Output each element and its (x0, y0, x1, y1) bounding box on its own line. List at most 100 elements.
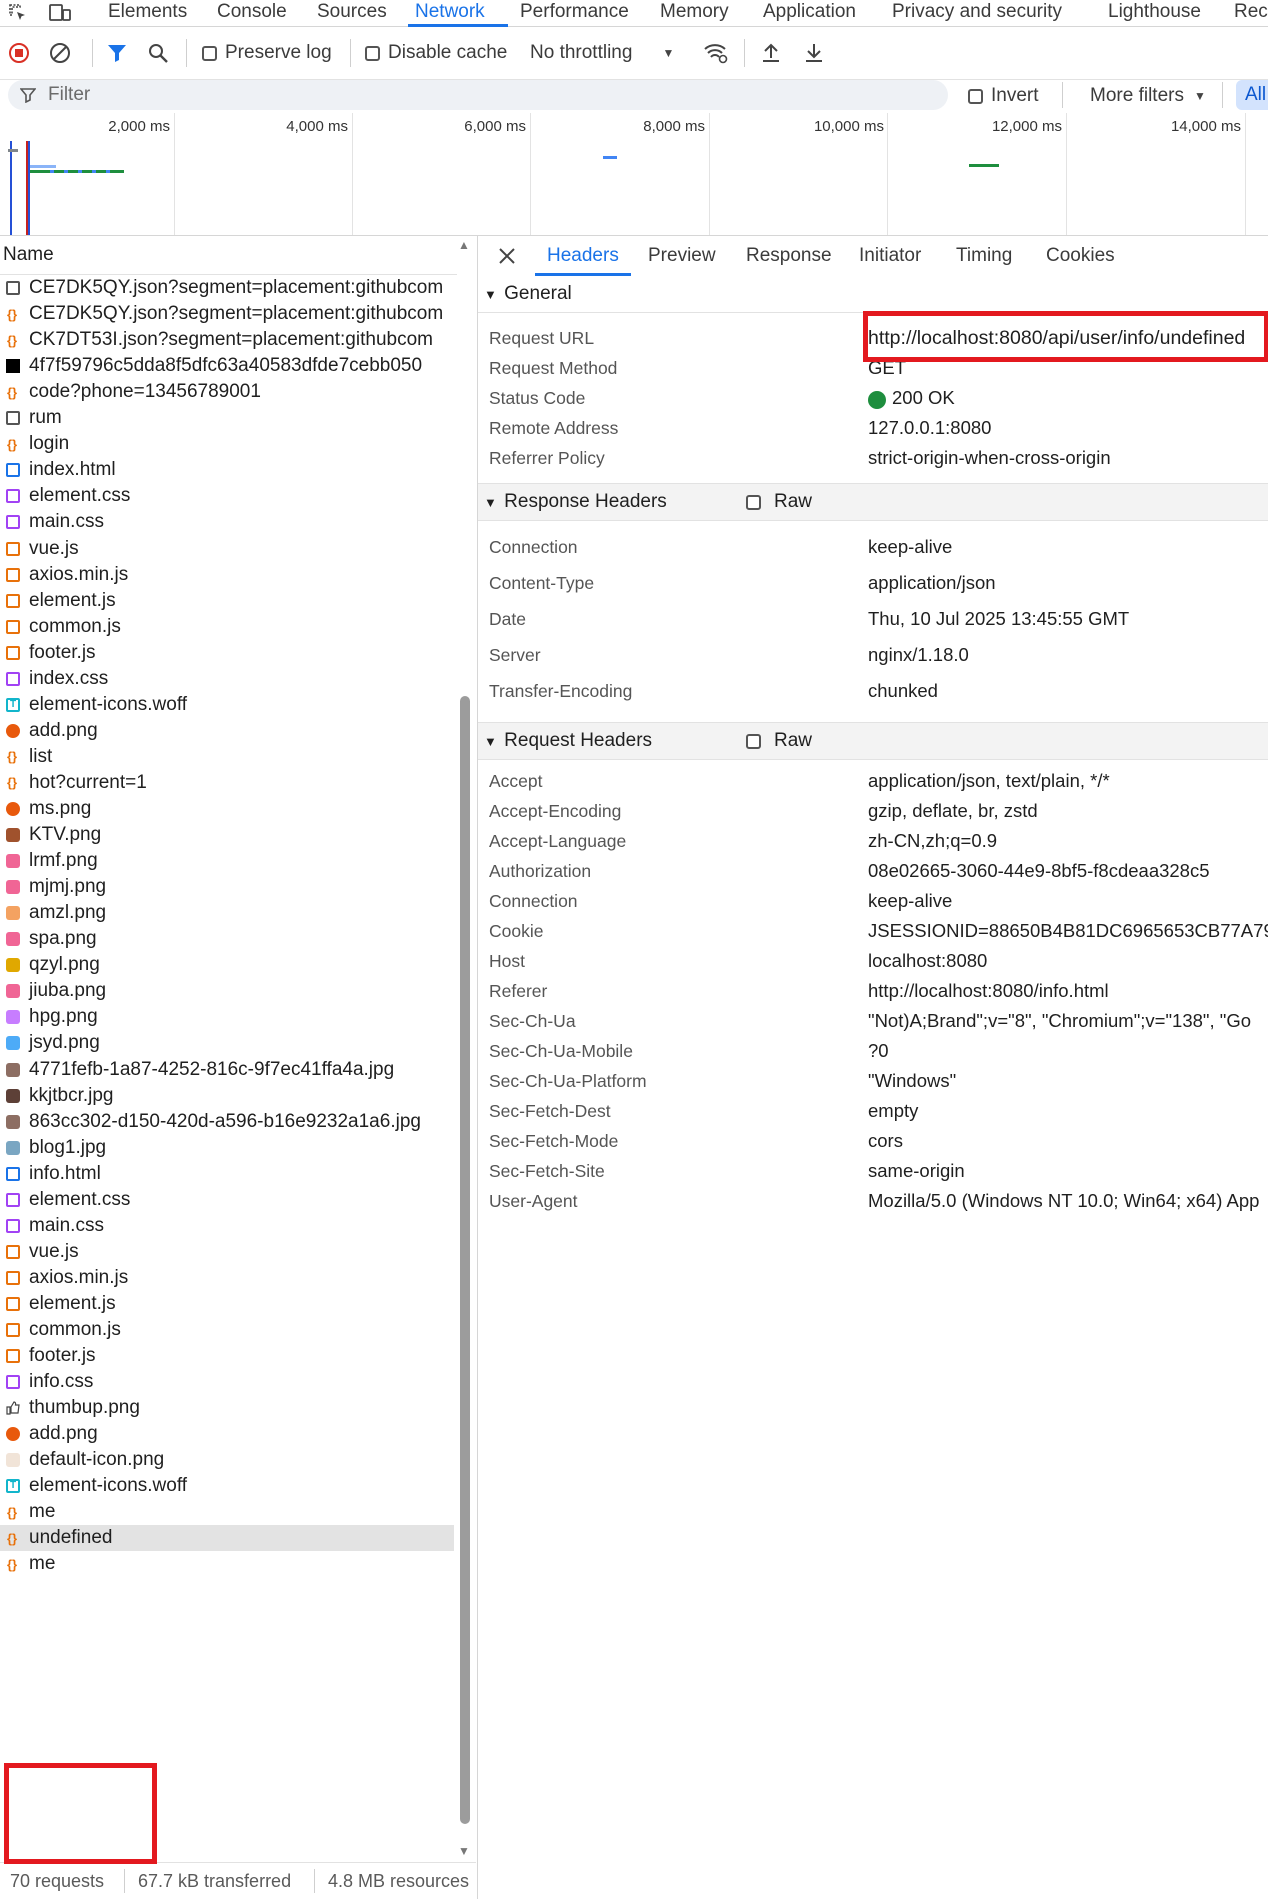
scroll-down-arrow-icon[interactable]: ▼ (458, 1844, 470, 1858)
request-name: me (29, 1501, 56, 1523)
tab-sources[interactable]: Sources (317, 0, 387, 26)
network-overview-timeline[interactable]: 2,000 ms 4,000 ms 6,000 ms 8,000 ms 10,0… (0, 113, 1268, 236)
request-row[interactable]: footer.js (0, 640, 454, 666)
request-row[interactable]: info.html (0, 1161, 454, 1187)
download-icon[interactable] (803, 41, 825, 65)
request-row[interactable]: 863cc302-d150-420d-a596-b16e9232a1a6.jpg (0, 1109, 454, 1135)
record-stop-icon[interactable] (8, 42, 30, 64)
request-raw-checkbox[interactable] (746, 734, 761, 749)
request-row[interactable]: Telement-icons.woff (0, 1473, 454, 1499)
tab-network[interactable]: Network (415, 0, 485, 26)
request-row[interactable]: 4f7f59796c5dda8f5dfc63a40583dfde7cebb050 (0, 353, 454, 379)
filter-input[interactable]: Filter (8, 80, 948, 110)
request-row[interactable]: default-icon.png (0, 1447, 454, 1473)
request-row[interactable]: jiuba.png (0, 978, 454, 1004)
tab-privacy-security[interactable]: Privacy and security (892, 0, 1062, 26)
request-row[interactable]: element.js (0, 588, 454, 614)
tab-memory[interactable]: Memory (660, 0, 729, 26)
type-filter-all[interactable]: All (1236, 80, 1268, 110)
preserve-log-checkbox[interactable]: Preserve log (202, 27, 332, 79)
request-row[interactable]: common.js (0, 614, 454, 640)
request-row[interactable]: amzl.png (0, 900, 454, 926)
tab-console[interactable]: Console (217, 0, 287, 26)
tab-elements[interactable]: Elements (108, 0, 187, 26)
request-row[interactable]: mjmj.png (0, 874, 454, 900)
request-row[interactable]: Telement-icons.woff (0, 692, 454, 718)
request-row[interactable]: {} hot?current=1 (0, 770, 454, 796)
throttling-select[interactable]: No throttling ▼ (530, 27, 674, 79)
response-headers-section-header[interactable]: ▼ Response Headers Raw (478, 483, 1268, 521)
request-row[interactable]: info.css (0, 1369, 454, 1395)
request-row[interactable]: kkjtbcr.jpg (0, 1083, 454, 1109)
stylesheet-icon (6, 489, 20, 504)
request-row[interactable]: spa.png (0, 926, 454, 952)
request-row[interactable]: element.css (0, 483, 454, 509)
request-row[interactable]: thumbup.png (0, 1395, 454, 1421)
request-row[interactable]: blog1.jpg (0, 1135, 454, 1161)
general-section-header[interactable]: ▼ General (478, 276, 1268, 313)
tab-timing[interactable]: Timing (956, 236, 1012, 276)
request-row[interactable]: {} me (0, 1499, 454, 1525)
devtools-tab-bar: Elements Console Sources Network Perform… (0, 0, 1268, 27)
close-icon[interactable] (497, 246, 517, 266)
request-row[interactable]: hpg.png (0, 1004, 454, 1030)
tab-initiator[interactable]: Initiator (859, 236, 921, 276)
request-row[interactable]: axios.min.js (0, 562, 454, 588)
tab-lighthouse[interactable]: Lighthouse (1108, 0, 1201, 26)
request-row[interactable]: {} login (0, 431, 454, 457)
tab-performance[interactable]: Performance (520, 0, 629, 26)
request-headers-section-header[interactable]: ▼ Request Headers Raw (478, 722, 1268, 760)
device-toolbar-icon[interactable] (48, 3, 72, 23)
name-column-header[interactable]: Name (0, 236, 457, 275)
scrollbar-thumb[interactable] (460, 696, 470, 1824)
tab-headers[interactable]: Headers (547, 236, 619, 276)
inspect-element-icon[interactable] (8, 3, 28, 23)
request-row[interactable]: main.css (0, 509, 454, 535)
disable-cache-checkbox[interactable]: Disable cache (365, 27, 507, 79)
request-row[interactable]: ms.png (0, 796, 454, 822)
tab-response[interactable]: Response (746, 236, 832, 276)
clear-icon[interactable] (49, 42, 71, 64)
preserve-log-box[interactable] (202, 45, 217, 61)
request-row[interactable]: qzyl.png (0, 952, 454, 978)
request-row[interactable]: {} list (0, 744, 454, 770)
filter-funnel-icon[interactable] (106, 42, 128, 64)
request-row[interactable]: index.html (0, 457, 454, 483)
request-row[interactable]: axios.min.js (0, 1265, 454, 1291)
search-icon[interactable] (147, 42, 169, 64)
tab-recorder[interactable]: Rec (1234, 0, 1268, 26)
request-row[interactable]: CE7DK5QY.json?segment=placement:githubco… (0, 275, 454, 301)
timeline-tick-label: 10,000 ms (813, 118, 884, 135)
request-row[interactable]: lrmf.png (0, 848, 454, 874)
request-row[interactable]: rum (0, 405, 454, 431)
scroll-up-arrow-icon[interactable]: ▲ (458, 238, 470, 252)
request-row[interactable]: {} code?phone=13456789001 (0, 379, 454, 405)
request-row[interactable]: main.css (0, 1213, 454, 1239)
request-name: qzyl.png (29, 954, 100, 976)
request-row[interactable]: index.css (0, 666, 454, 692)
request-row[interactable]: footer.js (0, 1343, 454, 1369)
request-row[interactable]: vue.js (0, 1239, 454, 1265)
request-row[interactable]: {} undefined (0, 1525, 454, 1552)
request-row[interactable]: element.js (0, 1291, 454, 1317)
request-row[interactable]: common.js (0, 1317, 454, 1343)
invert-box[interactable] (968, 88, 983, 104)
upload-icon[interactable] (760, 41, 782, 65)
request-row[interactable]: {} me (0, 1551, 454, 1577)
tab-preview[interactable]: Preview (648, 236, 716, 276)
request-list-scrollbar[interactable]: ▲ ▼ (456, 236, 476, 1862)
request-row[interactable]: {} CE7DK5QY.json?segment=placement:github… (0, 301, 454, 327)
tab-cookies[interactable]: Cookies (1046, 236, 1115, 276)
network-conditions-icon[interactable] (703, 41, 729, 65)
request-row[interactable]: jsyd.png (0, 1030, 454, 1056)
response-raw-checkbox[interactable] (746, 495, 761, 510)
request-row[interactable]: add.png (0, 718, 454, 744)
request-row[interactable]: KTV.png (0, 822, 454, 848)
request-row[interactable]: {} CK7DT53I.json?segment=placement:github… (0, 327, 454, 353)
request-row[interactable]: add.png (0, 1421, 454, 1447)
tab-application[interactable]: Application (763, 0, 856, 26)
request-row[interactable]: 4771fefb-1a87-4252-816c-9f7ec41ffa4a.jpg (0, 1057, 454, 1083)
request-row[interactable]: vue.js (0, 536, 454, 562)
request-row[interactable]: element.css (0, 1187, 454, 1213)
disable-cache-box[interactable] (365, 45, 380, 61)
